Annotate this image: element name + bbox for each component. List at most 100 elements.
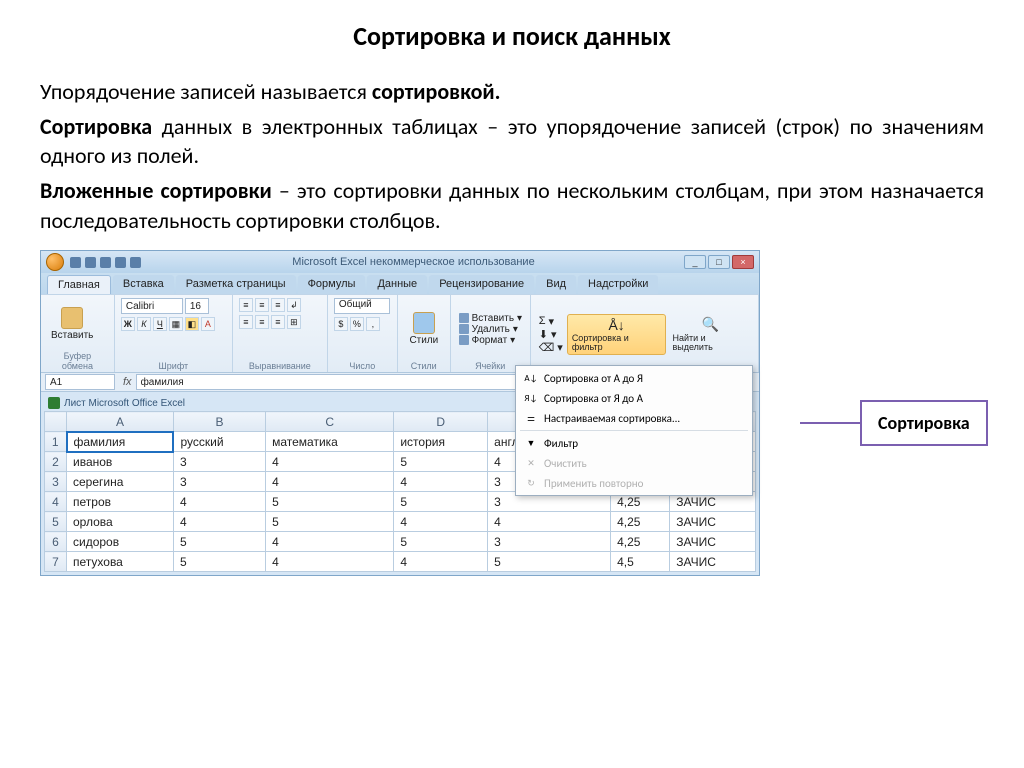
qat-undo-icon[interactable] — [85, 257, 96, 268]
fill-button[interactable]: ◧ — [185, 317, 199, 331]
qat-redo-icon[interactable] — [100, 257, 111, 268]
align-top-icon[interactable]: ≡ — [239, 298, 253, 312]
tab-formulas[interactable]: Формулы — [298, 275, 366, 294]
fill-down-button[interactable]: ⬇ ▾ — [537, 328, 565, 341]
sort-filter-button[interactable]: Å↓ Сортировка и фильтр — [567, 314, 667, 355]
tab-addins[interactable]: Надстройки — [578, 275, 658, 294]
align-center-icon[interactable]: ≡ — [255, 315, 269, 329]
tab-view[interactable]: Вид — [536, 275, 576, 294]
cell[interactable]: 5 — [266, 492, 394, 512]
cell[interactable]: ЗАЧИС — [670, 532, 756, 552]
fontcolor-button[interactable]: A — [201, 317, 215, 331]
clear-button[interactable]: ⌫ ▾ — [537, 341, 565, 354]
merge-icon[interactable]: ⊞ — [287, 315, 301, 329]
cell[interactable]: фамилия — [67, 432, 174, 452]
font-name-select[interactable]: Calibri — [121, 298, 183, 314]
cell[interactable]: ЗАЧИС — [670, 512, 756, 532]
tab-layout[interactable]: Разметка страницы — [176, 275, 296, 294]
row-header[interactable]: 4 — [45, 492, 67, 512]
col-header[interactable]: B — [173, 412, 265, 432]
cell[interactable]: 4 — [394, 552, 488, 572]
autosum-button[interactable]: Σ ▾ — [537, 315, 565, 328]
cell[interactable]: 5 — [394, 532, 488, 552]
cell[interactable]: сидоров — [67, 532, 174, 552]
align-bot-icon[interactable]: ≡ — [271, 298, 285, 312]
comma-icon[interactable]: , — [366, 317, 380, 331]
qat-save-icon[interactable] — [70, 257, 81, 268]
name-box[interactable]: A1 — [45, 374, 115, 390]
cell[interactable]: орлова — [67, 512, 174, 532]
row-header[interactable]: 7 — [45, 552, 67, 572]
cell[interactable]: 5 — [488, 552, 611, 572]
cell[interactable]: 4 — [173, 492, 265, 512]
cell[interactable]: 4 — [266, 552, 394, 572]
underline-button[interactable]: Ч — [153, 317, 167, 331]
cell[interactable]: петухова — [67, 552, 174, 572]
cell[interactable]: 4 — [394, 512, 488, 532]
cell[interactable]: 4 — [173, 512, 265, 532]
maximize-button[interactable]: □ — [708, 255, 730, 269]
cell[interactable]: математика — [266, 432, 394, 452]
menu-custom-sort[interactable]: ⚌ Настраиваемая сортировка... — [516, 408, 752, 428]
menu-sort-az[interactable]: A↓ Сортировка от А до Я — [516, 368, 752, 388]
cell[interactable]: 5 — [394, 492, 488, 512]
number-format-select[interactable]: Общий — [334, 298, 390, 314]
cell[interactable]: 4 — [266, 532, 394, 552]
cell[interactable]: русский — [173, 432, 265, 452]
tab-data[interactable]: Данные — [367, 275, 427, 294]
row-header[interactable]: 2 — [45, 452, 67, 472]
align-mid-icon[interactable]: ≡ — [255, 298, 269, 312]
tab-review[interactable]: Рецензирование — [429, 275, 534, 294]
cell[interactable]: 5 — [173, 552, 265, 572]
delete-button[interactable]: Удалить ▾ — [457, 324, 524, 335]
cell[interactable]: 4 — [394, 472, 488, 492]
styles-button[interactable]: Стили — [404, 310, 444, 348]
qat-print-icon[interactable] — [115, 257, 126, 268]
menu-filter[interactable]: ▼ Фильтр — [516, 433, 752, 453]
currency-icon[interactable]: $ — [334, 317, 348, 331]
row-header[interactable]: 1 — [45, 432, 67, 452]
cell[interactable]: 3 — [173, 452, 265, 472]
italic-button[interactable]: К — [137, 317, 151, 331]
fx-icon[interactable]: fx — [123, 376, 132, 388]
qat-quickprint-icon[interactable] — [130, 257, 141, 268]
paste-button[interactable]: Вставить — [47, 305, 97, 343]
menu-sort-za[interactable]: Я↓ Сортировка от Я до А — [516, 388, 752, 408]
cell[interactable]: 5 — [266, 512, 394, 532]
cell[interactable]: 3 — [488, 532, 611, 552]
align-right-icon[interactable]: ≡ — [271, 315, 285, 329]
minimize-button[interactable]: _ — [684, 255, 706, 269]
tab-home[interactable]: Главная — [47, 275, 111, 294]
border-button[interactable]: ▦ — [169, 317, 183, 331]
cell[interactable]: 4,5 — [611, 552, 670, 572]
cell[interactable]: 4,25 — [611, 532, 670, 552]
cell[interactable]: 4 — [266, 472, 394, 492]
row-header[interactable]: 3 — [45, 472, 67, 492]
font-size-select[interactable]: 16 — [185, 298, 209, 314]
tab-insert[interactable]: Вставка — [113, 275, 174, 294]
format-button[interactable]: Формат ▾ — [457, 335, 524, 346]
col-header[interactable]: A — [67, 412, 174, 432]
cell[interactable]: 4 — [266, 452, 394, 472]
close-button[interactable]: × — [732, 255, 754, 269]
cell[interactable]: 4 — [488, 512, 611, 532]
cell[interactable]: 5 — [394, 452, 488, 472]
percent-icon[interactable]: % — [350, 317, 364, 331]
align-left-icon[interactable]: ≡ — [239, 315, 253, 329]
col-header[interactable]: D — [394, 412, 488, 432]
cell[interactable]: ЗАЧИС — [670, 552, 756, 572]
row-header[interactable]: 5 — [45, 512, 67, 532]
col-header[interactable]: C — [266, 412, 394, 432]
cell[interactable]: 3 — [173, 472, 265, 492]
cell[interactable]: 4,25 — [611, 512, 670, 532]
cell[interactable]: петров — [67, 492, 174, 512]
bold-button[interactable]: Ж — [121, 317, 135, 331]
cell[interactable]: история — [394, 432, 488, 452]
cell[interactable]: серегина — [67, 472, 174, 492]
select-all-corner[interactable] — [45, 412, 67, 432]
insert-button[interactable]: Вставить ▾ — [457, 313, 524, 324]
row-header[interactable]: 6 — [45, 532, 67, 552]
wrap-icon[interactable]: ↲ — [287, 298, 301, 312]
cell[interactable]: 5 — [173, 532, 265, 552]
find-select-button[interactable]: 🔍 Найти и выделить — [668, 314, 752, 354]
